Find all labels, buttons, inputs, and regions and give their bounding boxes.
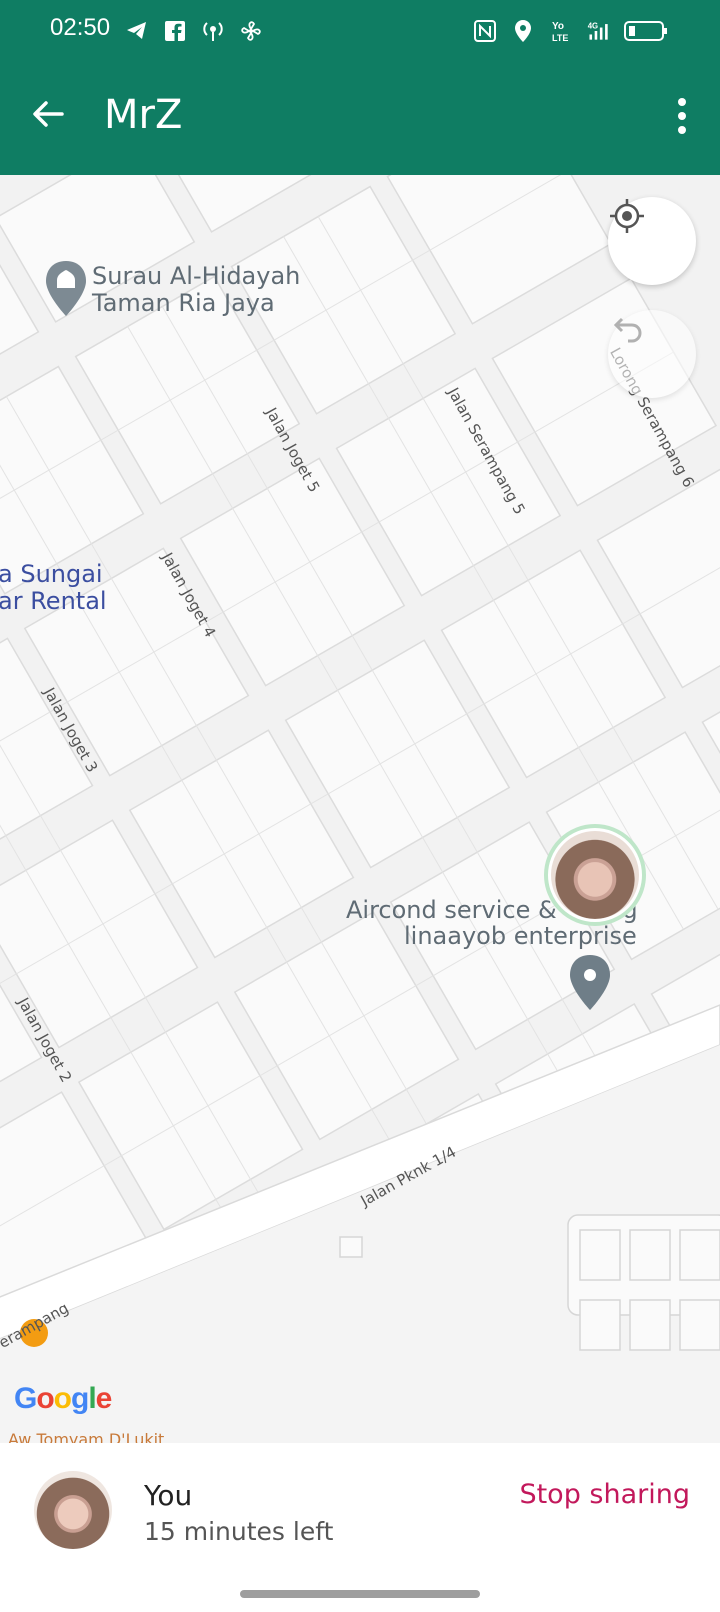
status-bar: 02:50 Yo LTE 4G (0, 0, 720, 62)
facebook-icon (162, 18, 188, 44)
home-indicator[interactable] (240, 1590, 480, 1598)
nfc-icon (472, 18, 498, 44)
undo-button[interactable] (608, 310, 696, 398)
telegram-icon (124, 18, 150, 44)
google-logo: Google (14, 1382, 112, 1415)
fan-icon (238, 18, 264, 44)
status-time: 02:50 (50, 14, 111, 41)
map-view[interactable]: Surau Al-Hidayah Taman Ria Jaya a Sungai… (0, 175, 720, 1443)
back-button[interactable] (26, 92, 70, 136)
avatar (34, 1471, 112, 1549)
sharing-user-name: You (144, 1479, 193, 1512)
poi-surau-label[interactable]: Surau Al-Hidayah Taman Ria Jaya (92, 263, 300, 317)
stop-sharing-button[interactable]: Stop sharing (519, 1479, 690, 1510)
undo-icon (613, 317, 642, 343)
avatar (551, 831, 639, 919)
partial-poi-label-1[interactable]: a Sungai (0, 561, 103, 588)
svg-text:4G: 4G (588, 21, 598, 30)
sharing-time-left: 15 minutes left (144, 1517, 334, 1546)
more-vert-icon (678, 98, 686, 134)
arrow-left-icon (33, 101, 64, 127)
app-bar: 02:50 Yo LTE 4G MrZ (0, 0, 720, 175)
status-right-icons: Yo LTE 4G (472, 18, 668, 44)
status-left-icons (124, 18, 264, 44)
battery-icon (624, 18, 668, 44)
svg-text:Yo: Yo (552, 21, 564, 32)
partial-bottom-label: Aw Tomyam D'Lukit (8, 1430, 165, 1443)
my-location-icon (610, 199, 644, 233)
page-title: MrZ (104, 92, 183, 138)
recenter-button[interactable] (608, 197, 696, 285)
poi-aircond-label-2[interactable]: linaayob enterprise (404, 923, 637, 950)
signal-icon: 4G (586, 18, 612, 44)
svg-text:LTE: LTE (552, 33, 568, 43)
toolbar: MrZ (0, 62, 720, 175)
location-icon (510, 18, 536, 44)
friend-location-marker[interactable] (544, 824, 646, 926)
more-options-button[interactable] (670, 94, 694, 138)
partial-poi-label-2[interactable]: ar Rental (0, 588, 107, 615)
hotspot-icon (200, 18, 226, 44)
volte-icon: Yo LTE (548, 18, 574, 44)
sharing-panel: You 15 minutes left Stop sharing (0, 1443, 720, 1612)
